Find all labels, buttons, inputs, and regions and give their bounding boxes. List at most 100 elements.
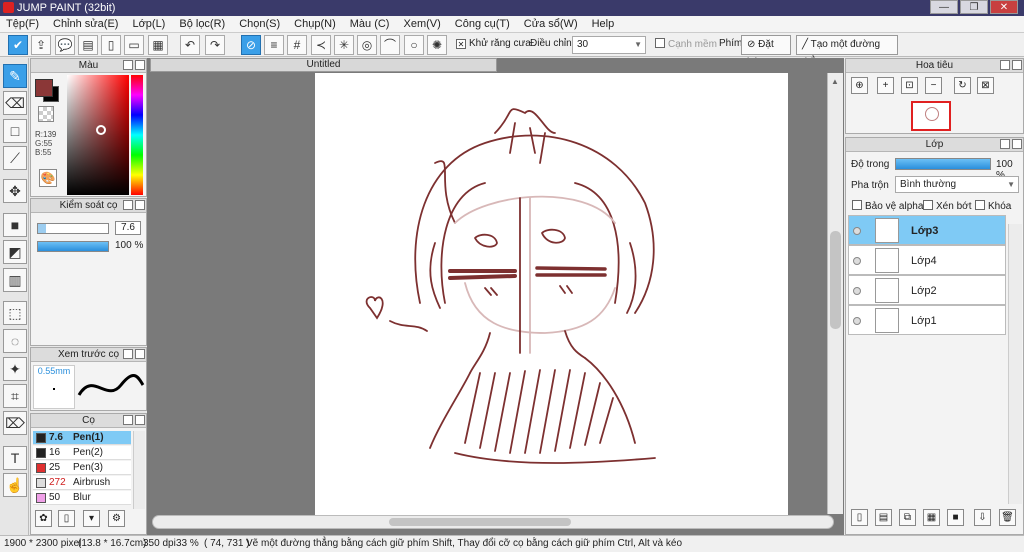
clip-checkbox[interactable]: Xén bớt (923, 200, 971, 212)
lasso-tool-icon[interactable]: ◌ (3, 329, 27, 353)
straight-line-button[interactable]: ╱ Tạo một đường thẳng (796, 35, 898, 68)
comment-icon[interactable]: ▤ (78, 35, 98, 55)
radial-ruler-icon[interactable]: ✳ (334, 35, 354, 55)
magic-wand-tool-icon[interactable]: ✦ (3, 357, 27, 381)
navigator-thumbnail[interactable] (911, 101, 951, 131)
new-brush-icon[interactable]: ▯ (58, 510, 75, 527)
menu-select[interactable]: Chọn(S) (239, 16, 280, 32)
rect-select-tool-icon[interactable]: ⬚ (3, 301, 27, 325)
zoom-fit-icon[interactable]: ⊕ (851, 77, 868, 94)
rotate-icon[interactable]: ↻ (954, 77, 971, 94)
menu-filter[interactable]: Bộ lọc(R) (179, 16, 225, 32)
layer-row[interactable]: Lớp3 (848, 215, 1006, 245)
antialias-checkbox[interactable]: ✕ Khử răng cưa (456, 38, 531, 49)
panel-popout-icon[interactable] (1000, 139, 1010, 149)
panel-close-icon[interactable] (1012, 139, 1022, 149)
undo-icon[interactable]: ↶ (180, 35, 200, 55)
menu-view[interactable]: Xem(V) (403, 16, 440, 32)
brush-list-scrollbar[interactable] (133, 431, 145, 509)
reset-button[interactable]: ⊘ Đặt lại (741, 35, 791, 68)
layer-row[interactable]: Lớp4 (848, 245, 1006, 275)
primary-color-swatch[interactable] (35, 79, 53, 97)
bucket-tool-icon[interactable]: ◩ (3, 240, 27, 264)
brush-item[interactable]: 16 Pen(2) (33, 446, 131, 460)
fill-rect-tool-icon[interactable]: ■ (3, 213, 27, 237)
speech-bubble-icon[interactable]: 💬 (55, 35, 75, 55)
menu-help[interactable]: Help (592, 16, 615, 32)
rectangle-tool-icon[interactable]: □ (3, 119, 27, 143)
eraser-tool-icon[interactable]: ⌫ (3, 91, 27, 115)
visibility-icon[interactable] (853, 227, 861, 235)
layer-opacity-slider[interactable] (895, 158, 991, 170)
document-tab[interactable]: Untitled (150, 58, 497, 72)
transparent-color-swatch[interactable] (38, 106, 54, 122)
check-icon[interactable]: ✔ (8, 35, 28, 55)
brush-item[interactable]: 272 Airbrush (33, 476, 131, 490)
vertical-scroll-thumb[interactable] (830, 231, 841, 329)
panel-popout-icon[interactable] (1000, 60, 1010, 70)
brush-item[interactable]: 7.6 Pen(1) (33, 431, 131, 445)
protect-alpha-checkbox[interactable]: Bảo vệ alpha (852, 200, 923, 212)
brush-size-value[interactable]: 7.6 (115, 221, 141, 235)
maximize-button[interactable]: ❐ (960, 0, 988, 14)
no-ruler-icon[interactable]: ⊘ (241, 35, 261, 55)
curve-ruler-icon[interactable]: ⌒ (380, 35, 400, 55)
panel-popout-icon[interactable] (123, 415, 133, 425)
fit-window-icon[interactable]: ⊡ (901, 77, 918, 94)
visibility-icon[interactable] (853, 257, 861, 265)
line-tool-icon[interactable]: ⟋ (3, 146, 27, 170)
gradient-tool-icon[interactable]: ▥ (3, 268, 27, 292)
document-icon[interactable]: ▯ (101, 35, 121, 55)
brush-menu-icon[interactable]: ▾ (83, 510, 100, 527)
color-picker-cursor[interactable] (96, 125, 106, 135)
close-button[interactable]: ✕ (990, 0, 1018, 14)
panel-popout-icon[interactable] (123, 60, 133, 70)
zoom-out-icon[interactable]: − (925, 77, 942, 94)
delete-layer-icon[interactable]: 🗑 (999, 509, 1016, 526)
layer-row[interactable]: Lớp1 (848, 305, 1006, 335)
smooth-checkbox[interactable]: Cạnh mềm (655, 38, 717, 50)
panel-popout-icon[interactable] (123, 349, 133, 359)
minimize-button[interactable]: — (930, 0, 958, 14)
grid-tool-icon[interactable]: ▦ (148, 35, 168, 55)
menu-window[interactable]: Cửa sổ(W) (524, 16, 578, 32)
brush-item[interactable]: 50 Blur (33, 491, 131, 505)
panel-close-icon[interactable] (135, 349, 145, 359)
visibility-icon[interactable] (853, 287, 861, 295)
layer-mask-icon[interactable]: ▦ (923, 509, 940, 526)
panel-close-icon[interactable] (135, 415, 145, 425)
menu-layer[interactable]: Lớp(L) (132, 16, 165, 32)
scroll-up-icon[interactable]: ▲ (831, 77, 839, 86)
panel-close-icon[interactable] (135, 200, 145, 210)
redo-icon[interactable]: ↷ (205, 35, 225, 55)
menu-capture[interactable]: Chụp(N) (294, 16, 336, 32)
panel-close-icon[interactable] (135, 60, 145, 70)
adjust-select[interactable]: 30 ▼ (572, 36, 646, 54)
menu-tools[interactable]: Công cụ(T) (455, 16, 510, 32)
ellipse-ruler-icon[interactable]: ○ (404, 35, 424, 55)
brush-tool-icon[interactable]: ✎ (3, 64, 27, 88)
lock-checkbox[interactable]: Khóa (975, 200, 1011, 212)
merge-layer-icon[interactable]: ⇩ (974, 509, 991, 526)
menu-file[interactable]: Tệp(F) (6, 16, 39, 32)
select-eraser-tool-icon[interactable]: ⌦ (3, 411, 27, 435)
saturation-value-picker[interactable] (67, 75, 129, 195)
horizontal-scroll-thumb[interactable] (389, 518, 571, 526)
select-pen-tool-icon[interactable]: ⌗ (3, 384, 27, 408)
hue-slider[interactable] (131, 75, 143, 195)
perspective-ruler-icon[interactable]: ≺ (311, 35, 331, 55)
blend-mode-select[interactable]: Bình thường ▼ (895, 176, 1019, 193)
canvas-horizontal-scrollbar[interactable] (152, 515, 834, 529)
concentric-ruler-icon[interactable]: ◎ (357, 35, 377, 55)
canvas-vertical-scrollbar[interactable]: ▲ (827, 73, 843, 514)
text-tool-icon[interactable]: T (3, 446, 27, 470)
new-layer-folder-icon[interactable]: ▤ (875, 509, 892, 526)
new-layer-icon[interactable]: ▯ (851, 509, 868, 526)
drawing-canvas[interactable] (315, 73, 788, 515)
symmetry-ruler-icon[interactable]: ✺ (427, 35, 447, 55)
palette-icon[interactable]: 🎨 (39, 169, 57, 187)
page-icon[interactable]: ▭ (124, 35, 144, 55)
hand-tool-icon[interactable]: ☝ (3, 473, 27, 497)
menu-color[interactable]: Màu (C) (350, 16, 390, 32)
duplicate-layer-icon[interactable]: ⧉ (899, 509, 916, 526)
